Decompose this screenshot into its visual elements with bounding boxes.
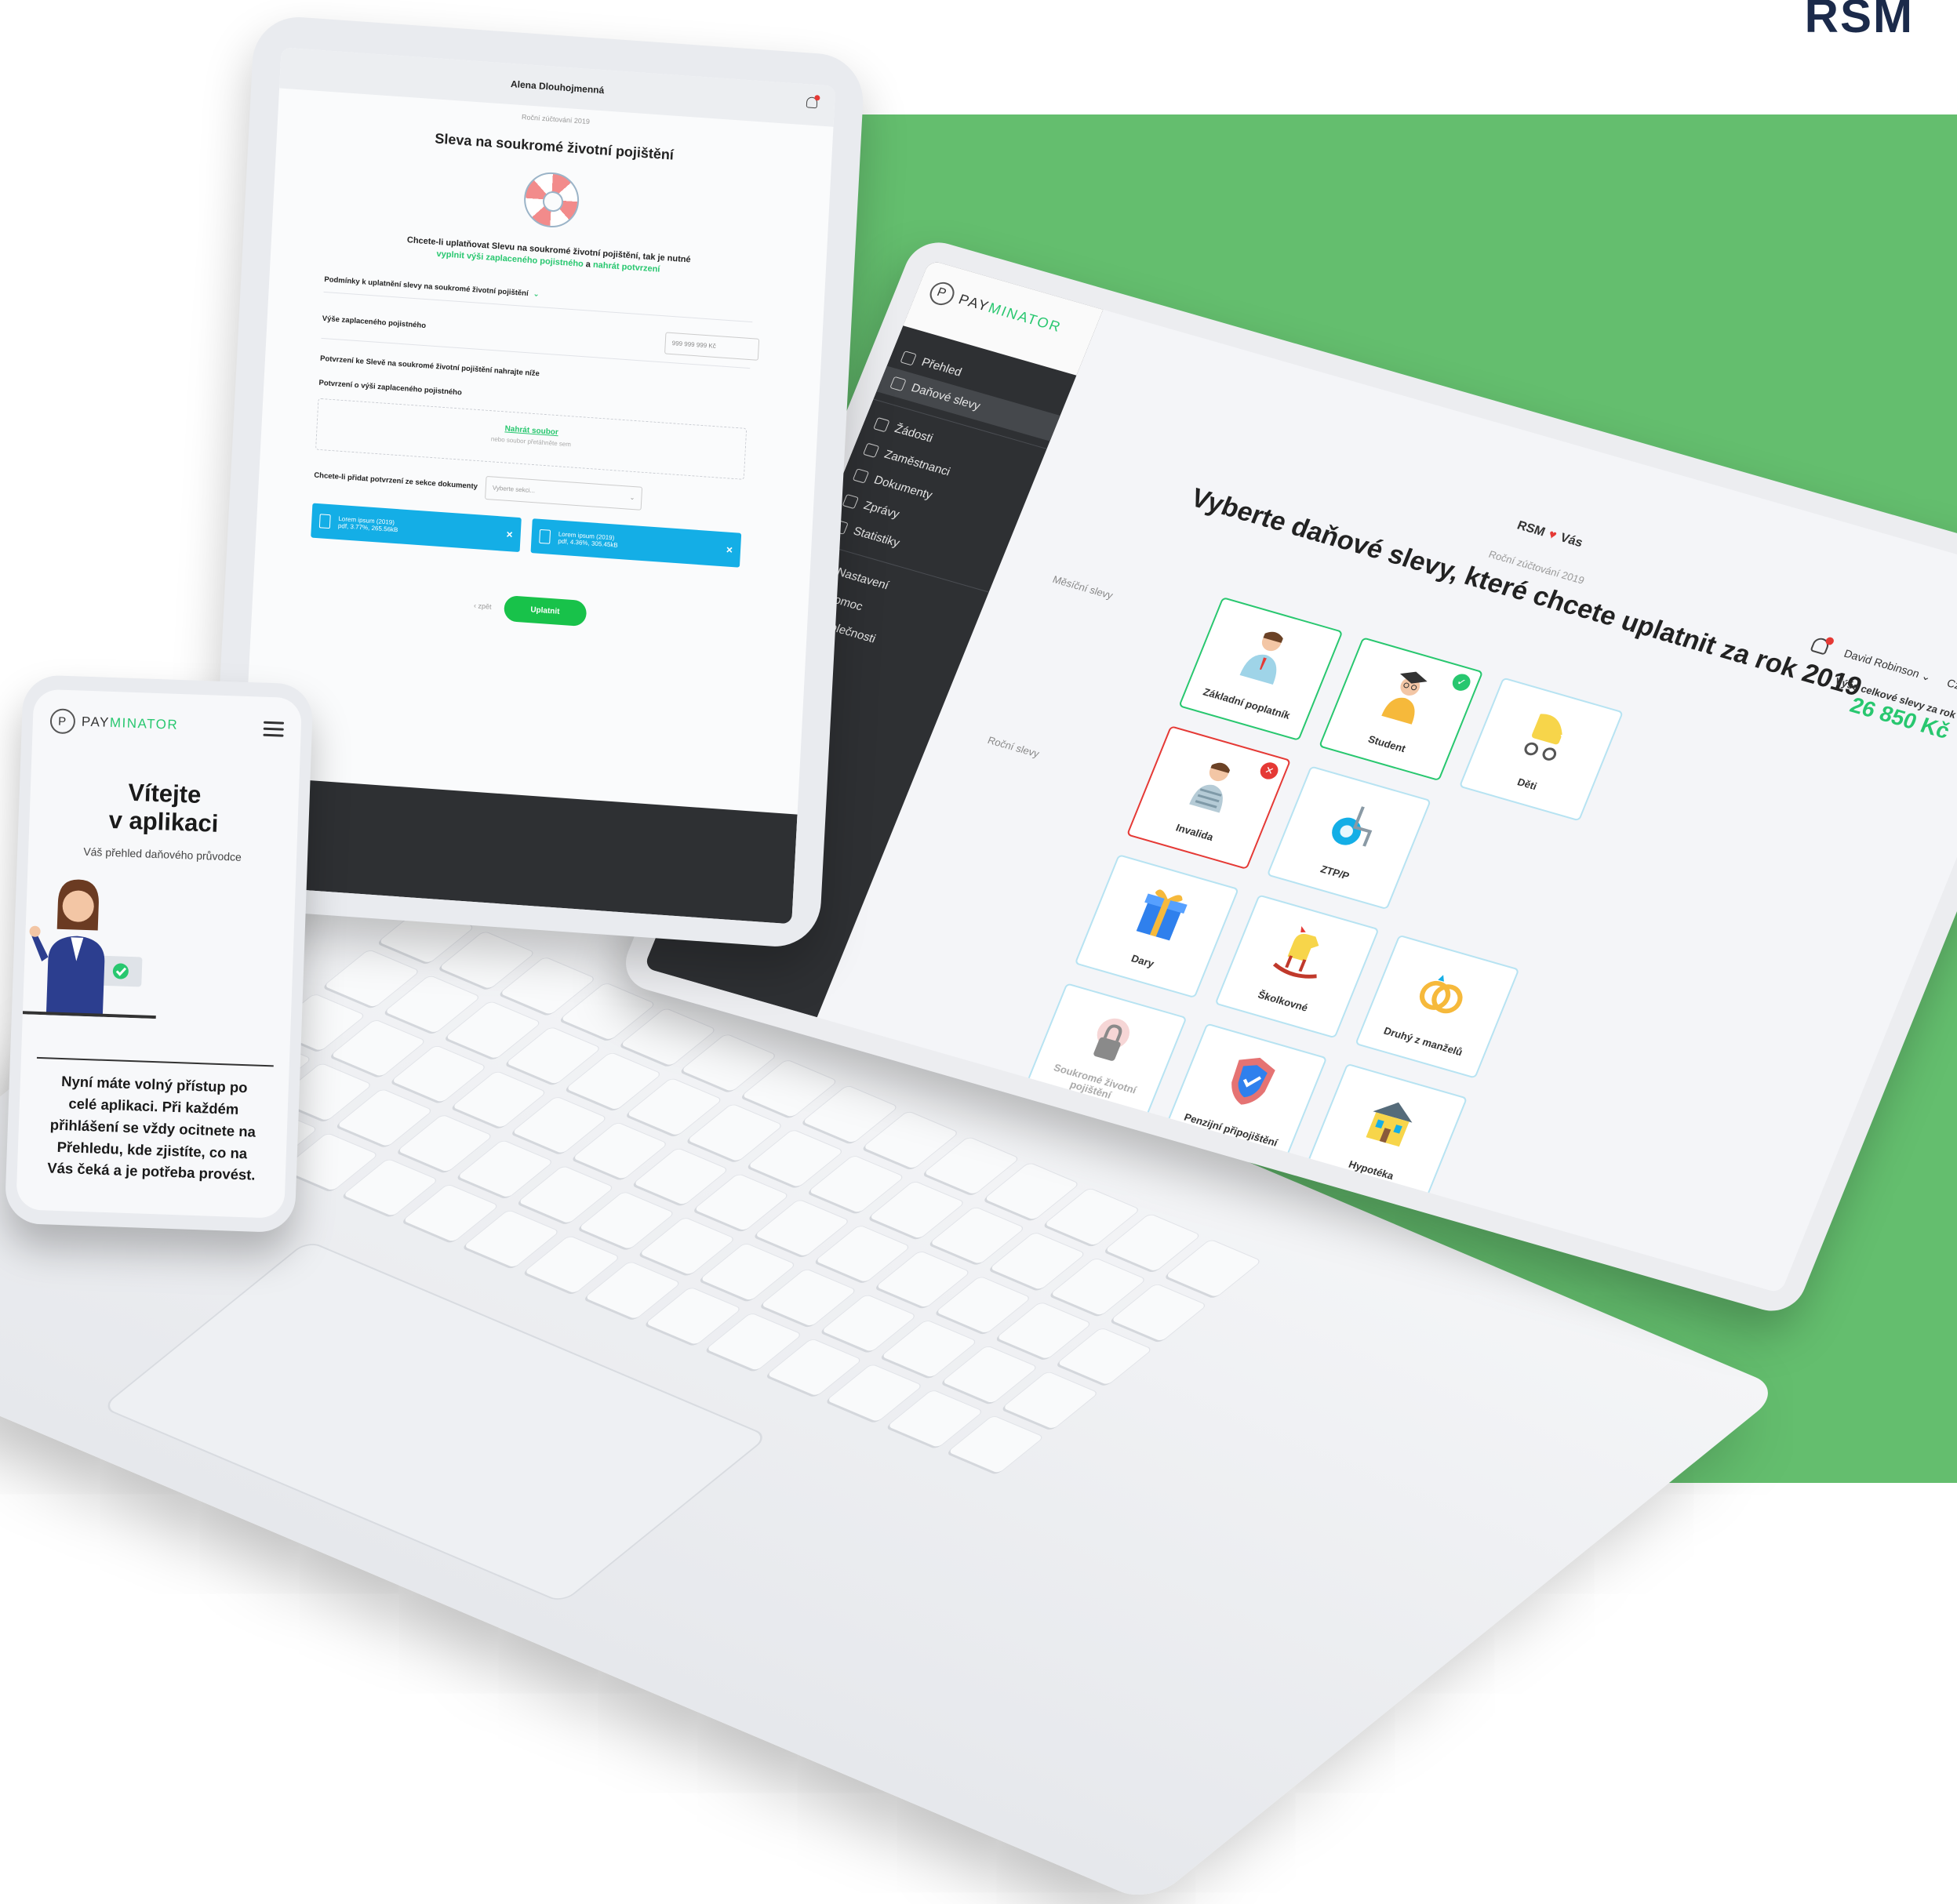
tile-zakladni-poplatnik[interactable]: Základní poplatník [1178, 596, 1344, 741]
tile-spacer [1406, 806, 1571, 950]
chevron-down-icon: ⌄ [1919, 668, 1933, 683]
tile-label: Hypotéka [1347, 1157, 1396, 1183]
submit-button[interactable]: Uplatnit [503, 594, 587, 627]
welcome-subtitle: Váš přehled daňového průvodce [83, 845, 242, 864]
logo-pay: PAY [81, 714, 111, 730]
tablet-screen: Alena Dlouhojmenná Roční zúčtování 2019 … [237, 47, 836, 925]
tablet-user-name: Alena Dlouhojmenná [510, 78, 605, 96]
phone-device: P PAYMINATOR Vítejte v aplikaci Váš přeh… [4, 674, 314, 1234]
tablet-actions: ‹ zpět Uplatnit [253, 577, 808, 641]
shield-icon [1231, 1057, 1275, 1105]
request-icon [873, 416, 890, 432]
uploaded-file[interactable]: Lorem ipsum (2019) pdf, 3.77%, 265.56kB × [311, 503, 522, 552]
tag-icon [889, 376, 907, 391]
check-icon: ✓ [1450, 671, 1473, 693]
amount-label: Výše zaplaceného pojistného [322, 314, 427, 331]
sidebar-item-label: Přehled [919, 355, 964, 380]
discount-tiles: Základní poplatník ✓ Student Děti ✕ Inva… [1022, 596, 1624, 1208]
tile-label: Školkovné [1256, 988, 1310, 1014]
tile-ztpp[interactable]: ZTP/P [1266, 765, 1431, 910]
tablet-footer [237, 776, 798, 925]
tile-label: ZTP/P [1319, 863, 1351, 882]
tile-label: Dary [1129, 952, 1156, 970]
close-icon: ✕ [1257, 760, 1281, 782]
lock-icon [1093, 1018, 1130, 1061]
house-icon [1366, 1102, 1413, 1147]
welcome-illustration [22, 879, 156, 1019]
file-icon [318, 514, 331, 529]
taxpayer-icon [1239, 631, 1283, 685]
tile-deti[interactable]: Děti [1458, 677, 1624, 822]
phone-screen: P PAYMINATOR Vítejte v aplikaci Váš přeh… [16, 689, 303, 1219]
section-yearly: Roční slevy [985, 734, 1042, 760]
chevron-down-icon: ⌄ [629, 494, 635, 502]
welcome-title-line-2: v aplikaci [108, 805, 219, 838]
documents-label: Chcete-li přidat potvrzení ze sekce doku… [314, 471, 478, 492]
rsm-logo: RSM [1804, 0, 1914, 42]
logo-minator: MINATOR [109, 714, 179, 732]
intro-link-upload[interactable]: nahrát potvrzení [593, 260, 660, 274]
file-icon [539, 529, 551, 544]
tile-label: Penzijní připojištění [1182, 1110, 1280, 1149]
sidebar-item-label: Zprávy [861, 499, 902, 521]
sidebar-item-label: Statistiky [851, 524, 902, 550]
rings-icon [1419, 975, 1463, 1014]
tile-label: Invalida [1174, 821, 1216, 843]
stroller-icon [1524, 714, 1562, 761]
sidebar-item-label: Žádosti [893, 422, 935, 445]
company-right: Vás [1558, 531, 1585, 550]
message-icon [842, 493, 860, 509]
amount-input[interactable]: 999 999 999 Kč [664, 332, 760, 361]
welcome-body: Nyní máte volný přístup po celé aplikaci… [32, 1057, 274, 1187]
remove-file-icon[interactable]: × [506, 528, 513, 541]
tile-label: Děti [1515, 776, 1539, 793]
tile-druhy-z-manzelu[interactable]: Druhý z manželů [1355, 934, 1520, 1079]
intro-and: a [585, 260, 591, 270]
remove-file-icon[interactable]: × [726, 543, 733, 556]
heart-icon: ♥ [1546, 528, 1559, 543]
disabled-person-icon [1189, 762, 1231, 813]
hamburger-menu-icon[interactable] [263, 721, 285, 737]
documents-select[interactable]: Vyberte sekci... ⌄ [485, 475, 643, 511]
language-select[interactable]: Czech ⌄ [1945, 676, 1957, 700]
payminator-logo[interactable]: P PAYMINATOR [49, 708, 179, 738]
uploaded-file[interactable]: Lorem ipsum (2019) pdf, 4.36%, 305.45kB × [530, 518, 742, 568]
documents-select-value: Vyberte sekci... [492, 484, 536, 495]
lifebuoy-icon [522, 170, 580, 230]
tile-label: Druhý z manželů [1381, 1024, 1464, 1059]
tile-dary[interactable]: Dary [1074, 854, 1239, 999]
document-icon [852, 467, 870, 484]
student-icon [1381, 671, 1428, 725]
tablet-title: Sleva na soukromé životní pojištění [434, 130, 675, 163]
company-left: RSM [1515, 518, 1548, 540]
tile-label: Student [1366, 732, 1408, 755]
wheelchair-icon [1332, 806, 1373, 847]
section-monthly: Měsíční slevy [1050, 573, 1115, 601]
gift-icon [1136, 889, 1188, 941]
welcome-title-line-1: Vítejte [127, 778, 202, 808]
welcome-title: Vítejte v aplikaci [29, 775, 299, 840]
bell-icon[interactable] [806, 96, 818, 109]
chevron-down-icon: ⌄ [533, 289, 540, 299]
tile-skolkovne[interactable]: Školkovné [1214, 894, 1380, 1039]
tile-student[interactable]: ✓ Student [1318, 637, 1484, 782]
phone-header: P PAYMINATOR [32, 689, 303, 761]
payminator-mark-icon: P [49, 708, 76, 735]
overview-icon [900, 350, 918, 366]
people-icon [863, 442, 880, 458]
tile-label: Základní poplatník [1201, 685, 1293, 721]
tile-invalida[interactable]: ✕ Invalida [1126, 725, 1292, 870]
rocking-horse-icon [1272, 925, 1319, 979]
back-link[interactable]: ‹ zpět [474, 601, 492, 611]
